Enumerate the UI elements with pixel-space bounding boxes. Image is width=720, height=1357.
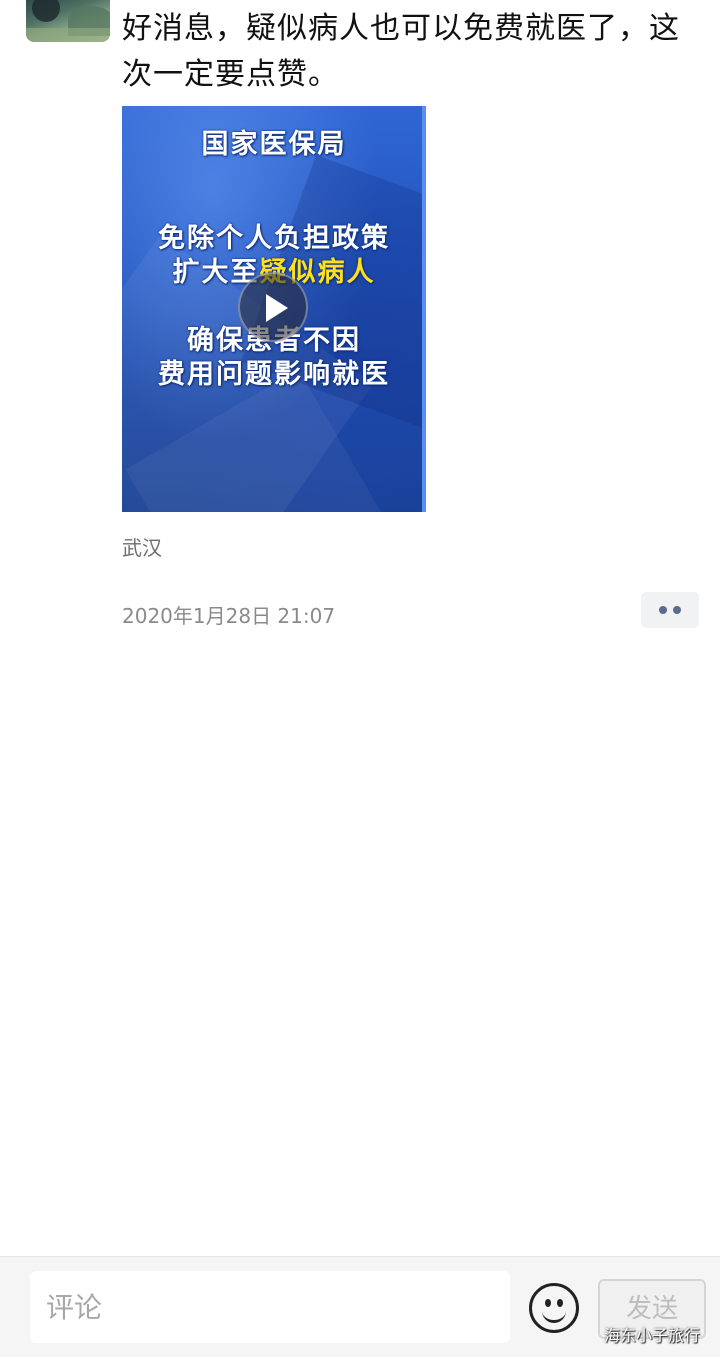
more-dot [659, 606, 667, 614]
smiley-icon[interactable] [529, 1283, 579, 1333]
smiley-eye [545, 1299, 551, 1307]
play-icon[interactable] [238, 272, 308, 342]
more-dots-icon[interactable] [641, 592, 699, 628]
location-label[interactable]: 武汉 [122, 532, 162, 561]
watermark: 海东小子旅行 [604, 1326, 701, 1345]
video-caption-line: 国家医保局 [201, 129, 347, 160]
play-triangle [266, 294, 288, 322]
comment-input[interactable] [30, 1271, 510, 1343]
smiley-eye [557, 1299, 563, 1307]
video-thumbnail[interactable]: 国家医保局 免除个人负担政策 扩大至疑似病人 确保患者不因 费用问题影响就医 [122, 106, 426, 512]
video-edge [422, 106, 426, 512]
avatar[interactable] [26, 0, 110, 42]
avatar-shape [32, 0, 60, 22]
post-timestamp: 2020年1月28日 21:07 [122, 604, 336, 628]
more-dot [673, 606, 681, 614]
video-caption-line: 费用问题影响就医 [158, 359, 390, 390]
avatar-shape [26, 28, 110, 42]
smiley-mouth [542, 1308, 566, 1323]
post-text: 好消息，疑似病人也可以免费就医了，这次一定要点赞。 [122, 11, 680, 92]
